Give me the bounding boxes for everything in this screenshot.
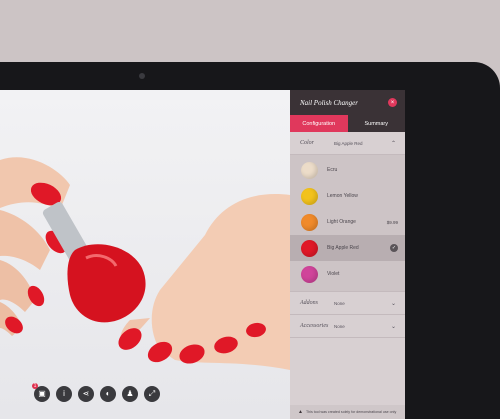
image-toolbar: ▣ 1 i ⋖ ◐ ♟ ⤢ xyxy=(32,382,160,408)
fullscreen-icon[interactable]: ⤢ xyxy=(144,386,160,402)
hands-illustration xyxy=(0,157,290,370)
tab-summary[interactable]: Summary xyxy=(347,115,405,132)
color-option-lemon-yellow[interactable]: Lemon Yellow xyxy=(290,183,405,209)
section-title: Addons xyxy=(300,300,318,306)
check-icon: ✓ xyxy=(390,244,398,252)
view-icon[interactable]: ◐ xyxy=(100,386,116,402)
disclaimer-text: This tool was created solely for demonst… xyxy=(305,410,397,414)
color-swatch xyxy=(301,187,318,205)
color-swatch xyxy=(301,213,318,231)
color-price: $9.99 xyxy=(386,219,398,225)
section-value: None xyxy=(334,300,345,306)
disclaimer-bar: ▲ This tool was created solely for demon… xyxy=(290,405,405,419)
color-swatch xyxy=(301,239,318,257)
configurator-screen: ▣ 1 i ⋖ ◐ ♟ ⤢ Nail Polish Changer × Confi… xyxy=(0,90,405,419)
person-icon[interactable]: ♟ xyxy=(122,386,138,402)
share-icon[interactable]: ⋖ xyxy=(78,386,94,402)
info-icon[interactable]: i xyxy=(56,386,72,402)
panel-header: Nail Polish Changer × xyxy=(290,90,405,115)
color-list: Ecru Lemon Yellow Light Orange $9.99 Big… xyxy=(290,155,405,292)
section-title: Accessories xyxy=(300,323,329,329)
tab-configuration[interactable]: Configuration xyxy=(290,115,348,132)
color-option-light-orange[interactable]: Light Orange $9.99 xyxy=(290,209,405,235)
chevron-down-icon: ⌄ xyxy=(390,323,396,330)
warning-icon: ▲ xyxy=(298,409,303,415)
tab-bar: Configuration Summary xyxy=(290,115,405,132)
product-photo: ▣ 1 i ⋖ ◐ ♟ ⤢ xyxy=(0,90,290,419)
configurator-panel: Nail Polish Changer × Configuration Summ… xyxy=(290,90,405,419)
chevron-down-icon: ⌄ xyxy=(390,300,396,307)
color-swatch xyxy=(301,265,318,283)
section-value: None xyxy=(334,323,345,329)
color-swatch xyxy=(301,161,318,179)
color-option-ecru[interactable]: Ecru xyxy=(290,157,405,183)
accessories-section-header[interactable]: Accessories None ⌄ xyxy=(290,315,405,338)
color-option-violet[interactable]: Violet xyxy=(290,261,405,287)
chevron-up-icon: ⌃ xyxy=(390,140,396,147)
section-value: Big Apple Red xyxy=(334,140,363,146)
color-name: Violet xyxy=(327,271,340,277)
panel-title: Nail Polish Changer xyxy=(300,98,358,107)
color-name: Lemon Yellow xyxy=(327,193,358,199)
notification-badge: 1 xyxy=(32,382,38,389)
color-name: Ecru xyxy=(327,167,338,173)
color-name: Big Apple Red xyxy=(327,245,359,251)
camera-dot xyxy=(139,73,145,79)
camera-icon[interactable]: ▣ 1 xyxy=(32,382,50,402)
color-section-header[interactable]: Color Big Apple Red ⌃ xyxy=(290,132,405,155)
section-title: Color xyxy=(300,140,315,146)
close-icon[interactable]: × xyxy=(388,98,397,107)
color-option-big-apple-red[interactable]: Big Apple Red ✓ xyxy=(290,235,405,261)
addons-section-header[interactable]: Addons None ⌄ xyxy=(290,292,405,315)
color-name: Light Orange xyxy=(327,219,356,225)
